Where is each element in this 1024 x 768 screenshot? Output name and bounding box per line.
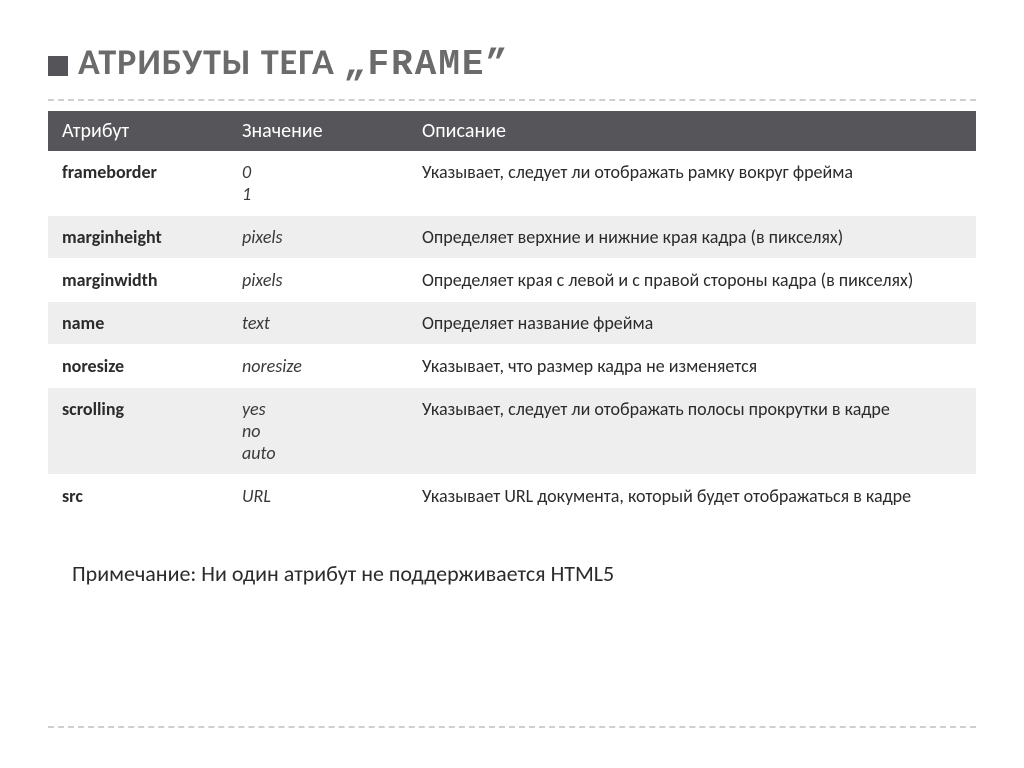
footer-divider — [48, 726, 976, 728]
table-body: frameborder 0 1 Указывает, следует ли от… — [48, 151, 976, 518]
cell-desc: Определяет название фрейма — [408, 302, 976, 345]
table-row: name text Определяет название фрейма — [48, 302, 976, 345]
slide: АТРИБУТЫ ТЕГА „FRAME” Атрибут Значение О… — [0, 0, 1024, 768]
cell-value: URL — [228, 475, 408, 518]
note: Примечание: Ни один атрибут не поддержив… — [48, 560, 976, 587]
cell-desc: Определяет края с левой и с правой сторо… — [408, 259, 976, 302]
cell-value: text — [228, 302, 408, 345]
cell-value: yes no auto — [228, 388, 408, 475]
table-row: noresize noresize Указывает, что размер … — [48, 345, 976, 388]
cell-desc: Определяет верхние и нижние края кадра (… — [408, 216, 976, 259]
cell-desc: Указывает, следует ли отображать рамку в… — [408, 151, 976, 216]
cell-value: 0 1 — [228, 151, 408, 216]
cell-value: noresize — [228, 345, 408, 388]
table-row: marginheight pixels Определяет верхние и… — [48, 216, 976, 259]
cell-attr: marginheight — [48, 216, 228, 259]
cell-value: pixels — [228, 216, 408, 259]
table-row: scrolling yes no auto Указывает, следует… — [48, 388, 976, 475]
cell-attr: frameborder — [48, 151, 228, 216]
attributes-table: Атрибут Значение Описание frameborder 0 … — [48, 111, 976, 518]
table-row: frameborder 0 1 Указывает, следует ли от… — [48, 151, 976, 216]
title-divider — [48, 99, 976, 101]
cell-attr: src — [48, 475, 228, 518]
cell-desc: Указывает, что размер кадра не изменяетс… — [408, 345, 976, 388]
th-attr: Атрибут — [48, 111, 228, 151]
title-prefix: АТРИБУТЫ ТЕГА — [78, 40, 344, 84]
table-row: src URL Указывает URL документа, который… — [48, 475, 976, 518]
cell-attr: noresize — [48, 345, 228, 388]
cell-attr: name — [48, 302, 228, 345]
square-bullet-icon — [48, 56, 68, 76]
cell-attr: marginwidth — [48, 259, 228, 302]
cell-desc: Указывает, следует ли отображать полосы … — [408, 388, 976, 475]
th-value: Значение — [228, 111, 408, 151]
page-title: АТРИБУТЫ ТЕГА „FRAME” — [78, 40, 509, 85]
cell-desc: Указывает URL документа, который будет о… — [408, 475, 976, 518]
title-tag: „FRAME” — [344, 44, 509, 85]
table-header: Атрибут Значение Описание — [48, 111, 976, 151]
table-row: marginwidth pixels Определяет края с лев… — [48, 259, 976, 302]
cell-value: pixels — [228, 259, 408, 302]
cell-attr: scrolling — [48, 388, 228, 475]
th-desc: Описание — [408, 111, 976, 151]
title-line: АТРИБУТЫ ТЕГА „FRAME” — [48, 40, 976, 93]
